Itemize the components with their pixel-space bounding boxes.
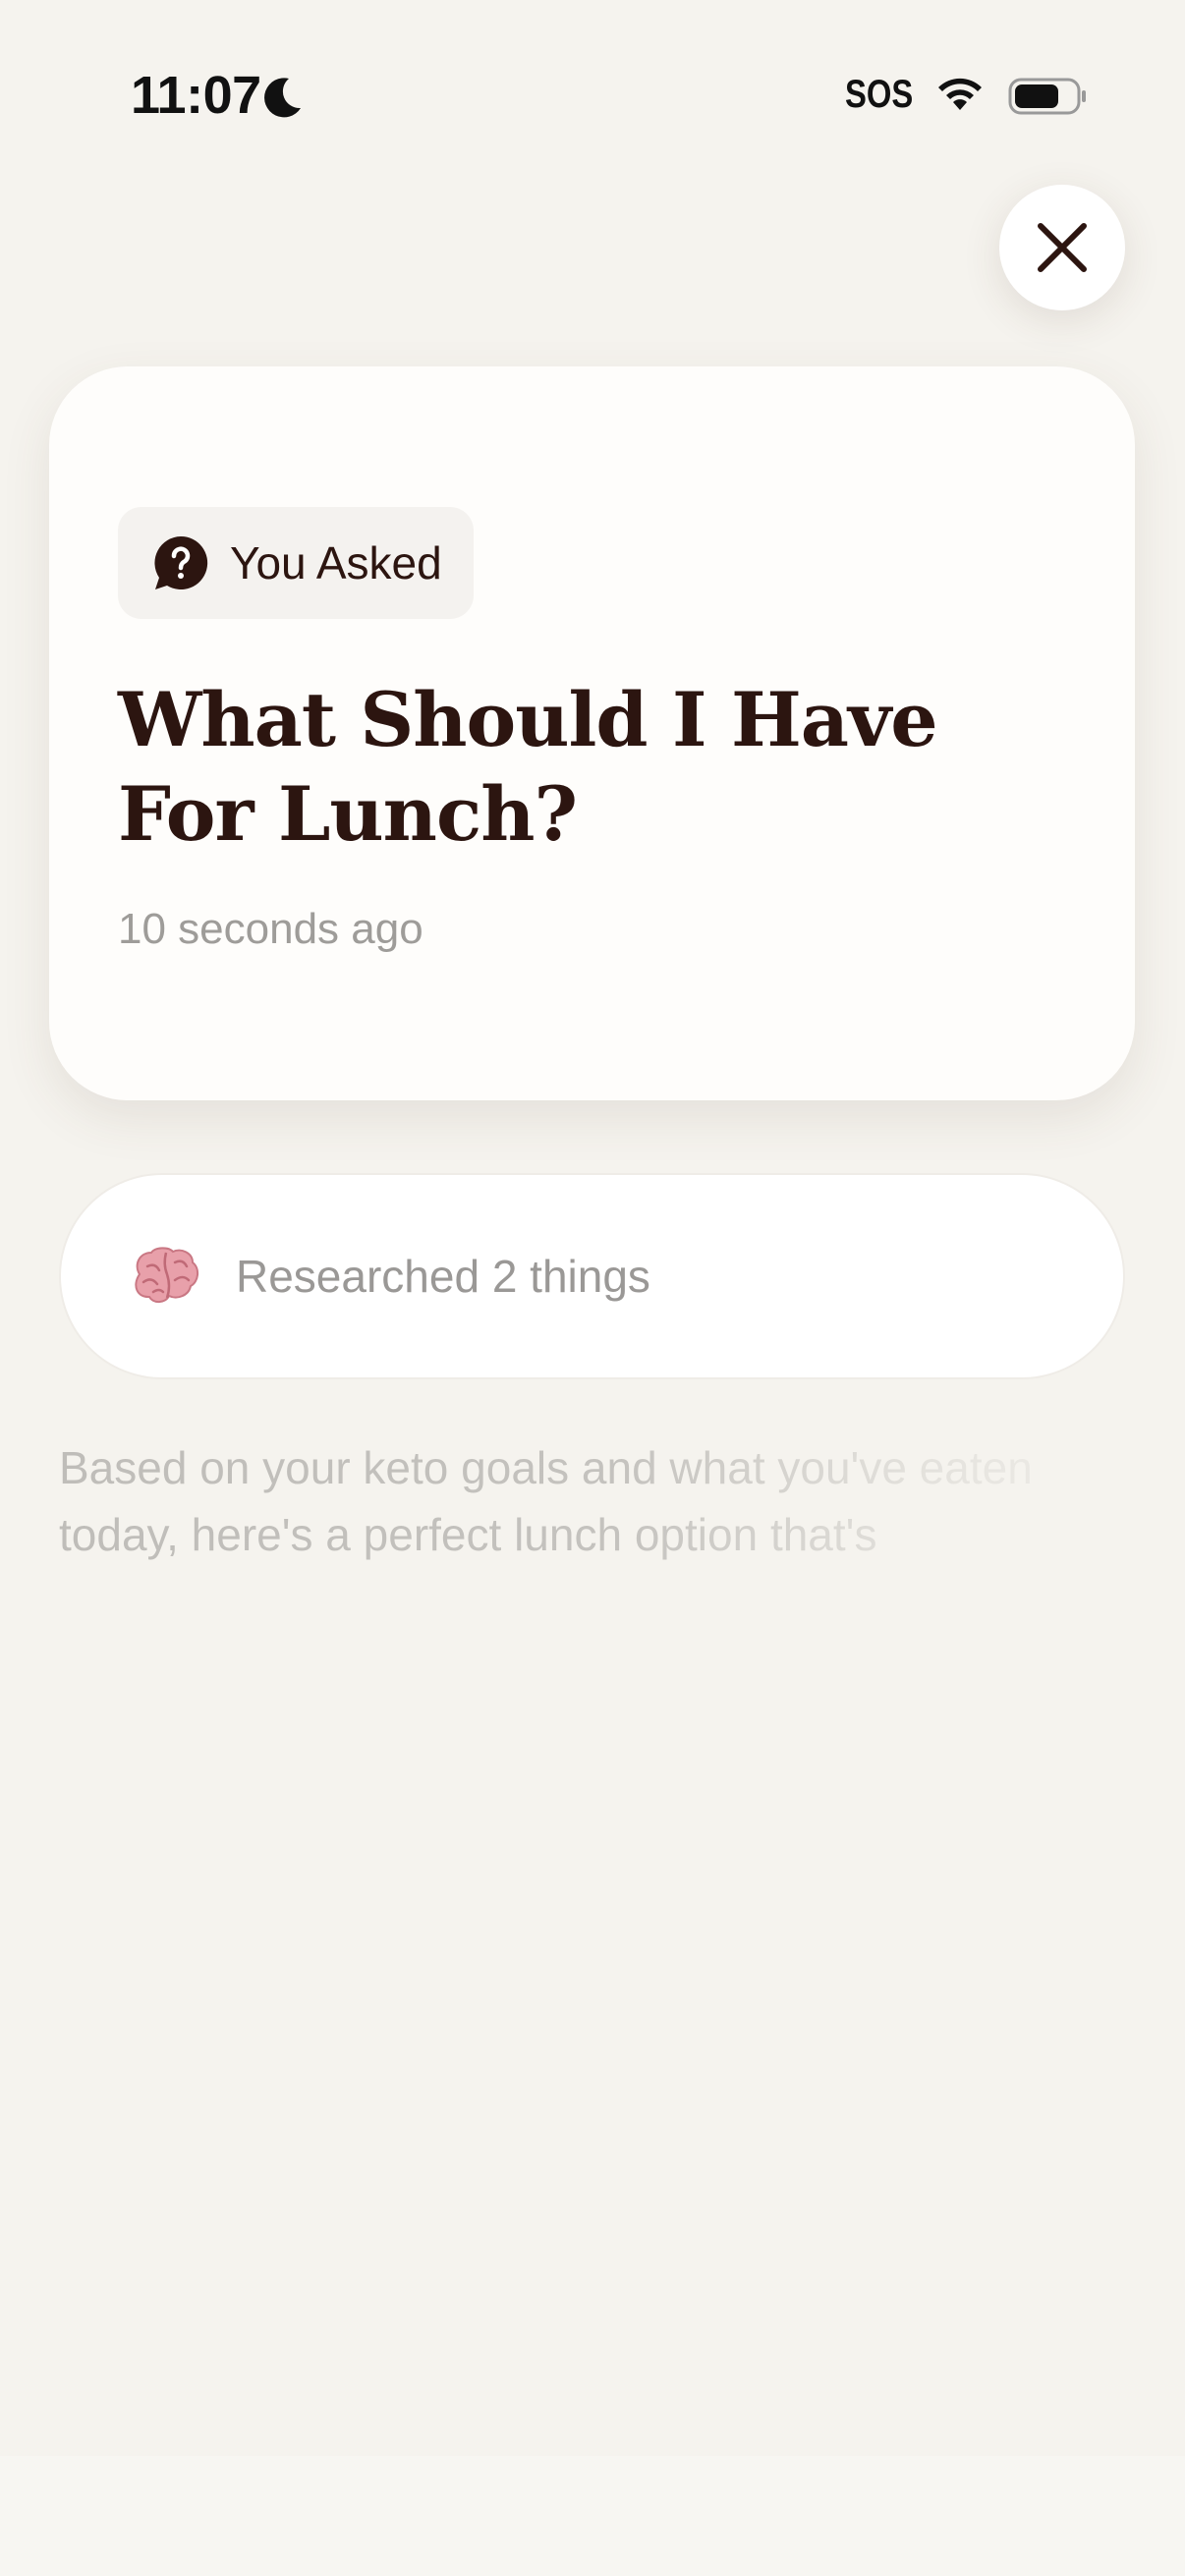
brain-icon — [135, 1247, 198, 1304]
research-label: Researched 2 things — [236, 1251, 650, 1302]
you-asked-label: You Asked — [230, 537, 442, 588]
status-bar: 11:07 SOS — [0, 0, 1185, 187]
question-card: You Asked What Should I Have For Lunch? … — [49, 366, 1135, 1100]
sos-indicator: SOS — [845, 73, 914, 116]
answer-text: Based on your keto goals and what you've… — [59, 1434, 1130, 1568]
question-title: What Should I Have For Lunch? — [118, 676, 938, 858]
battery-icon — [1008, 78, 1086, 115]
close-button[interactable] — [999, 185, 1125, 310]
wifi-icon — [938, 78, 982, 110]
you-asked-badge: You Asked — [118, 507, 474, 619]
moon-icon — [264, 78, 301, 118]
status-time: 11:07 — [131, 66, 261, 125]
question-timestamp: 10 seconds ago — [118, 905, 423, 953]
question-bubble-icon — [154, 535, 208, 589]
close-icon — [1038, 223, 1087, 272]
bottom-area — [0, 2456, 1185, 2576]
research-summary-pill[interactable]: Researched 2 things — [59, 1173, 1125, 1379]
